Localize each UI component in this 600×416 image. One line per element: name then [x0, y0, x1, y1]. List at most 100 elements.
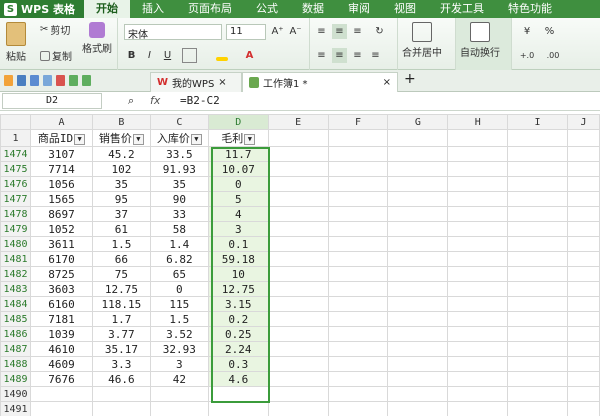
cell[interactable] [507, 371, 568, 387]
column-header-e[interactable]: E [267, 114, 329, 130]
cell[interactable] [387, 326, 449, 342]
cell[interactable] [566, 401, 600, 416]
cell[interactable] [566, 191, 600, 207]
cell[interactable] [327, 281, 389, 297]
cell[interactable] [387, 356, 449, 372]
row-number[interactable]: 1487 [0, 341, 31, 357]
cell[interactable] [507, 146, 568, 162]
cell[interactable] [387, 161, 449, 177]
cell-product-id[interactable]: 8697 [29, 206, 93, 222]
cell[interactable] [149, 401, 209, 416]
cell[interactable] [566, 161, 600, 177]
cell[interactable] [387, 401, 449, 416]
cell-cost-price[interactable]: 32.93 [149, 341, 209, 357]
cell[interactable] [447, 129, 509, 147]
row-number[interactable]: 1482 [0, 266, 31, 282]
row-number[interactable]: 1478 [0, 206, 31, 222]
cell[interactable] [566, 206, 600, 222]
cell[interactable] [91, 401, 151, 416]
cell[interactable] [29, 386, 93, 402]
cell-sale-price[interactable]: 102 [91, 161, 151, 177]
decrease-font-button[interactable]: A⁻ [288, 24, 303, 39]
column-header-j[interactable]: J [566, 114, 600, 130]
borders-button[interactable] [182, 48, 197, 63]
cell[interactable] [566, 221, 600, 237]
cell[interactable] [447, 146, 509, 162]
cell-cost-price[interactable]: 0 [149, 281, 209, 297]
bold-button[interactable]: B [124, 48, 139, 63]
cell-cost-price[interactable]: 6.82 [149, 251, 209, 267]
menu-formulas[interactable]: 公式 [244, 0, 290, 18]
column-header-a[interactable]: A [29, 114, 93, 130]
cell-product-id[interactable]: 3107 [29, 146, 93, 162]
cell[interactable] [507, 161, 568, 177]
cell[interactable] [327, 206, 389, 222]
cell-gross-profit[interactable]: 0 [207, 176, 269, 192]
menu-data[interactable]: 数据 [290, 0, 336, 18]
menu-developer[interactable]: 开发工具 [428, 0, 496, 18]
close-icon[interactable]: × [383, 77, 391, 88]
cell[interactable] [447, 296, 509, 312]
cell-gross-profit[interactable]: 5 [207, 191, 269, 207]
cell[interactable] [566, 266, 600, 282]
cell-sale-price[interactable]: 1.7 [91, 311, 151, 327]
column-header-c[interactable]: C [149, 114, 209, 130]
cell-gross-profit[interactable]: 59.18 [207, 251, 269, 267]
cell-sale-price[interactable]: 35.17 [91, 341, 151, 357]
cell[interactable] [267, 236, 329, 252]
cell[interactable] [327, 401, 389, 416]
cell-cost-price[interactable]: 115 [149, 296, 209, 312]
app-logo[interactable]: S WPS 表格 [0, 0, 84, 18]
save-icon[interactable] [17, 75, 26, 86]
column-header-d[interactable]: D [207, 114, 269, 130]
column-header-b[interactable]: B [91, 114, 151, 130]
cell-cost-price[interactable]: 65 [149, 266, 209, 282]
export-pdf-icon[interactable] [56, 75, 65, 86]
header-cell-gross-profit[interactable]: 毛利 ▼ [207, 129, 269, 147]
cell[interactable] [447, 311, 509, 327]
cell[interactable] [267, 146, 329, 162]
row-number[interactable]: 1484 [0, 296, 31, 312]
row-number[interactable]: 1 [0, 129, 31, 147]
cell-sale-price[interactable]: 66 [91, 251, 151, 267]
cell[interactable] [327, 161, 389, 177]
cell-gross-profit[interactable]: 0.3 [207, 356, 269, 372]
row-number[interactable]: 1483 [0, 281, 31, 297]
cell[interactable] [327, 236, 389, 252]
column-header-f[interactable]: F [327, 114, 389, 130]
cell[interactable] [387, 386, 449, 402]
cell-gross-profit[interactable]: 3 [207, 221, 269, 237]
cell[interactable] [267, 341, 329, 357]
print-icon[interactable] [30, 75, 39, 86]
cell[interactable] [327, 129, 389, 147]
cell[interactable] [447, 341, 509, 357]
cell[interactable] [327, 266, 389, 282]
folder-icon[interactable] [4, 75, 13, 86]
cell-sale-price[interactable]: 37 [91, 206, 151, 222]
number-format-icon[interactable]: ¥ [516, 24, 538, 39]
cell[interactable] [387, 296, 449, 312]
cell[interactable] [507, 236, 568, 252]
cell-gross-profit[interactable]: 11.7 [207, 146, 269, 162]
filter-dropdown-icon[interactable]: ▼ [190, 133, 202, 145]
cell-product-id[interactable]: 1039 [29, 326, 93, 342]
cell[interactable] [267, 129, 329, 147]
cell[interactable] [447, 326, 509, 342]
select-all-corner[interactable] [0, 114, 31, 130]
cell[interactable] [387, 206, 449, 222]
cell[interactable] [29, 401, 93, 416]
cell-gross-profit[interactable]: 4.6 [207, 371, 269, 387]
row-number[interactable]: 1489 [0, 371, 31, 387]
cell[interactable] [507, 251, 568, 267]
copy-button[interactable]: 复制 [40, 48, 72, 63]
fx-icon[interactable]: fx [150, 94, 160, 107]
cell[interactable] [267, 401, 329, 416]
align-bottom-icon[interactable]: ≡ [350, 24, 365, 39]
cell[interactable] [267, 251, 329, 267]
menu-insert[interactable]: 插入 [130, 0, 176, 18]
cell[interactable] [507, 221, 568, 237]
cell[interactable] [327, 176, 389, 192]
cell-product-id[interactable]: 7714 [29, 161, 93, 177]
cell-product-id[interactable]: 1565 [29, 191, 93, 207]
cell[interactable] [507, 296, 568, 312]
